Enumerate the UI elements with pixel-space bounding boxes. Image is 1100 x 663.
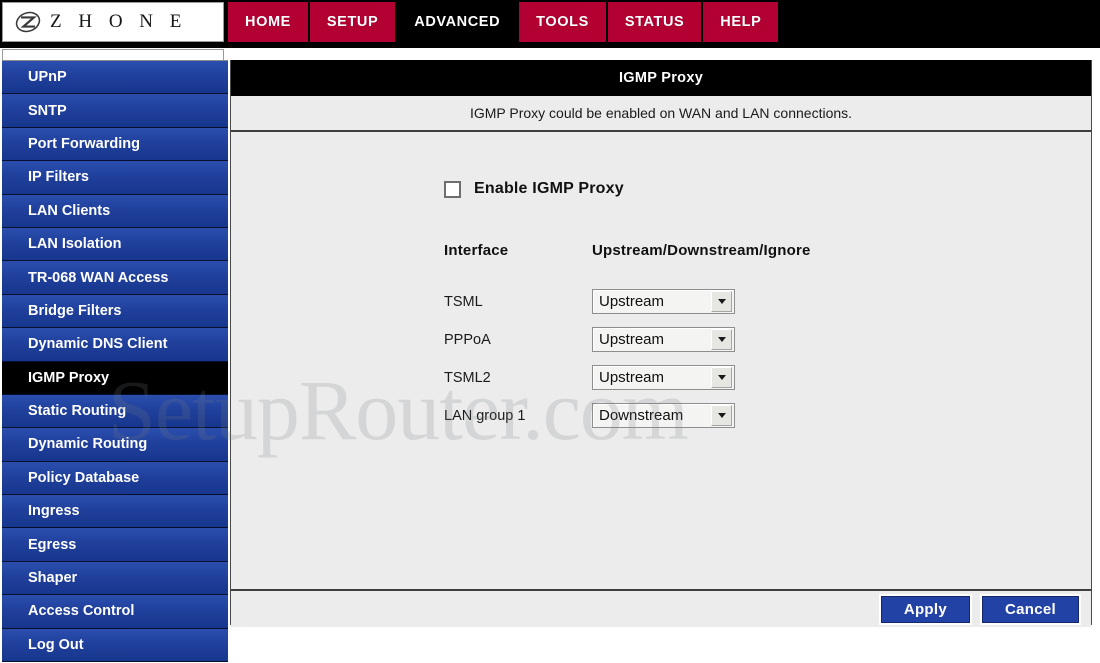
interface-name-tsml: TSML bbox=[444, 293, 483, 310]
page-title: IGMP Proxy bbox=[231, 60, 1091, 96]
mode-select-lan-group-1[interactable]: Downstream bbox=[592, 403, 735, 428]
content-panel: IGMP Proxy IGMP Proxy could be enabled o… bbox=[230, 60, 1092, 627]
sidebar-item-sntp[interactable]: SNTP bbox=[2, 94, 228, 128]
nav-item-status[interactable]: STATUS bbox=[607, 2, 702, 42]
sidebar-item-log-out[interactable]: Log Out bbox=[2, 628, 228, 663]
sidebar-item-tr-068-wan-access[interactable]: TR-068 WAN Access bbox=[2, 261, 228, 295]
nav-item-advanced[interactable]: ADVANCED bbox=[397, 2, 518, 42]
apply-button[interactable]: Apply bbox=[880, 595, 970, 623]
cancel-button[interactable]: Cancel bbox=[982, 595, 1079, 623]
panel-footer: Apply Cancel bbox=[231, 589, 1091, 627]
sidebar-item-access-control[interactable]: Access Control bbox=[2, 595, 228, 629]
sidebar-item-bridge-filters[interactable]: Bridge Filters bbox=[2, 294, 228, 329]
mode-select-pppoa[interactable]: Upstream bbox=[592, 327, 735, 352]
mode-cell: Upstream bbox=[592, 289, 811, 327]
nav-item-home[interactable]: HOME bbox=[228, 2, 308, 42]
nav-item-setup[interactable]: SETUP bbox=[309, 2, 396, 42]
nav-item-help[interactable]: HELP bbox=[703, 2, 779, 42]
sidebar-nav: UPnP SNTP Port Forwarding IP Filters LAN… bbox=[2, 60, 228, 663]
table-row: PPPoA Upstream bbox=[444, 327, 811, 365]
sidebar-item-igmp-proxy[interactable]: IGMP Proxy bbox=[2, 361, 228, 395]
sidebar-item-shaper[interactable]: Shaper bbox=[2, 561, 228, 596]
mode-select-value: Upstream bbox=[599, 293, 665, 310]
igmp-interface-table: Interface Upstream/Downstream/Ignore TSM… bbox=[444, 242, 811, 441]
column-header-interface: Interface bbox=[444, 242, 509, 259]
brand-name: Z H O N E bbox=[50, 11, 188, 32]
zhone-z-emblem-icon bbox=[15, 11, 41, 33]
sidebar-item-lan-clients[interactable]: LAN Clients bbox=[2, 194, 228, 228]
table-row: LAN group 1 Downstream bbox=[444, 403, 811, 441]
sidebar-item-ingress[interactable]: Ingress bbox=[2, 495, 228, 529]
sidebar-item-static-routing[interactable]: Static Routing bbox=[2, 394, 228, 429]
table-header-row: Interface Upstream/Downstream/Ignore bbox=[444, 242, 811, 289]
sidebar-item-upnp[interactable]: UPnP bbox=[2, 61, 228, 95]
enable-igmp-proxy-label: Enable IGMP Proxy bbox=[474, 180, 624, 197]
panel-body: Enable IGMP Proxy Interface Upstream/Dow… bbox=[231, 132, 1091, 589]
nav-item-tools[interactable]: TOOLS bbox=[519, 2, 606, 42]
mode-select-value: Upstream bbox=[599, 369, 665, 386]
enable-igmp-proxy-row: Enable IGMP Proxy bbox=[444, 180, 624, 198]
sidebar-item-dynamic-dns-client[interactable]: Dynamic DNS Client bbox=[2, 328, 228, 362]
chevron-down-icon[interactable] bbox=[711, 367, 732, 388]
interface-name-lan-group-1: LAN group 1 bbox=[444, 407, 526, 424]
mode-cell: Downstream bbox=[592, 403, 811, 441]
mode-select-value: Upstream bbox=[599, 331, 665, 348]
main-nav: HOME SETUP ADVANCED TOOLS STATUS HELP bbox=[228, 2, 780, 42]
sidebar-item-egress[interactable]: Egress bbox=[2, 528, 228, 562]
interface-name-tsml2: TSML2 bbox=[444, 369, 491, 386]
top-banner: Z H O N E HOME SETUP ADVANCED TOOLS STAT… bbox=[0, 0, 1100, 48]
mode-select-tsml2[interactable]: Upstream bbox=[592, 365, 735, 390]
column-header-mode: Upstream/Downstream/Ignore bbox=[592, 242, 811, 259]
chevron-down-icon[interactable] bbox=[711, 405, 732, 426]
sidebar-item-ip-filters[interactable]: IP Filters bbox=[2, 161, 228, 195]
sidebar-item-policy-database[interactable]: Policy Database bbox=[2, 461, 228, 496]
mode-cell: Upstream bbox=[592, 327, 811, 365]
enable-igmp-proxy-checkbox[interactable] bbox=[444, 180, 461, 198]
mode-cell: Upstream bbox=[592, 365, 811, 403]
table-row: TSML2 Upstream bbox=[444, 365, 811, 403]
sidebar-item-lan-isolation[interactable]: LAN Isolation bbox=[2, 227, 228, 262]
page-description: IGMP Proxy could be enabled on WAN and L… bbox=[231, 96, 1091, 132]
mode-select-tsml[interactable]: Upstream bbox=[592, 289, 735, 314]
sidebar-item-dynamic-routing[interactable]: Dynamic Routing bbox=[2, 428, 228, 462]
chevron-down-icon[interactable] bbox=[711, 291, 732, 312]
sidebar-top-spacer bbox=[2, 49, 224, 60]
table-row: TSML Upstream bbox=[444, 289, 811, 327]
brand-logo: Z H O N E bbox=[2, 2, 224, 42]
chevron-down-icon[interactable] bbox=[711, 329, 732, 350]
mode-select-value: Downstream bbox=[599, 407, 684, 424]
sidebar-item-port-forwarding[interactable]: Port Forwarding bbox=[2, 127, 228, 162]
interface-name-pppoa: PPPoA bbox=[444, 331, 491, 348]
